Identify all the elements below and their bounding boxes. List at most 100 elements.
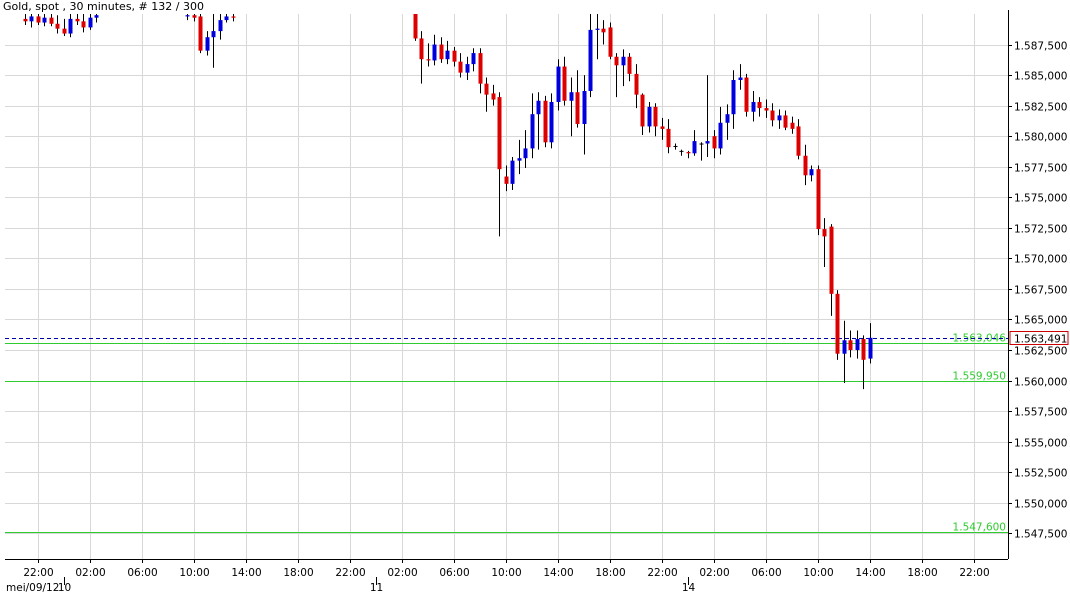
- candle-body: [439, 44, 444, 60]
- candle-body: [861, 339, 866, 360]
- y-tick-label: 1.547,500: [1014, 529, 1067, 541]
- candle-body: [718, 122, 723, 149]
- candle-body: [36, 16, 41, 23]
- candle-body: [536, 100, 541, 115]
- candle-body: [829, 226, 834, 294]
- y-tick-label: 1.550,000: [1014, 499, 1067, 511]
- candle-body: [614, 56, 619, 66]
- candle-body: [523, 148, 528, 159]
- candle-body: [783, 115, 788, 128]
- x-tick-label: 18:00: [595, 567, 625, 579]
- candle-body: [738, 77, 743, 80]
- candle-body: [49, 17, 54, 24]
- candle-body: [543, 100, 548, 143]
- candle-body: [484, 83, 489, 95]
- candle-body: [699, 143, 704, 145]
- y-tick-label: 1.575,000: [1014, 193, 1067, 205]
- candle-body: [491, 93, 496, 100]
- candle-body: [62, 28, 67, 34]
- candle-body: [835, 293, 840, 354]
- candle-body: [595, 28, 600, 30]
- candle-body: [224, 16, 229, 21]
- x-tick-label: 06:00: [127, 567, 157, 579]
- x-tick-label: 02:00: [387, 567, 417, 579]
- candle-body: [757, 101, 762, 109]
- candle-body: [497, 97, 502, 170]
- x-tick-label: 22:00: [23, 567, 53, 579]
- x-tick-label: 10:00: [803, 567, 833, 579]
- candle-body: [725, 114, 730, 123]
- candle-body: [504, 176, 509, 184]
- candle-body: [809, 169, 814, 176]
- date-label: 11: [370, 582, 383, 594]
- x-tick-label: 06:00: [751, 567, 781, 579]
- candle-body: [75, 18, 80, 22]
- candle-body: [660, 126, 665, 129]
- horizontal-level-label: 1.559,950: [953, 371, 1006, 383]
- x-tick-label: 22:00: [959, 567, 989, 579]
- y-tick-label: 1.560,000: [1014, 377, 1067, 389]
- candle-body: [432, 44, 437, 61]
- grid-lines: [5, 14, 1008, 559]
- date-label: 14: [682, 582, 696, 594]
- candle-body: [192, 15, 197, 18]
- y-tick-label: 1.557,500: [1014, 407, 1067, 419]
- candle-body: [419, 38, 424, 60]
- candle-body: [198, 16, 203, 51]
- candle-body: [81, 21, 86, 28]
- y-tick-label: 1.567,500: [1014, 285, 1067, 297]
- candle-body: [842, 340, 847, 354]
- y-tick-label: 1.580,000: [1014, 132, 1067, 144]
- candle-body: [666, 128, 671, 148]
- candle-body: [549, 101, 554, 143]
- candle-body: [777, 115, 782, 121]
- y-tick-label: 1.587,500: [1014, 41, 1067, 53]
- candle-body: [679, 150, 684, 152]
- candle-body: [211, 31, 216, 38]
- y-tick-label: 1.570,000: [1014, 254, 1067, 266]
- candle-body: [517, 158, 522, 161]
- candle-body: [634, 73, 639, 95]
- candle-body: [790, 122, 795, 129]
- candle-body: [582, 90, 587, 124]
- x-tick-label: 18:00: [907, 567, 937, 579]
- candle-body: [426, 59, 431, 61]
- candle-body: [764, 108, 769, 111]
- candle-body: [465, 64, 470, 73]
- y-tick-label: 1.577,500: [1014, 163, 1067, 175]
- y-tick-label: 1.582,500: [1014, 102, 1067, 114]
- x-tick-label: 14:00: [543, 567, 573, 579]
- candle-body: [218, 20, 223, 32]
- candle-body: [556, 66, 561, 102]
- candle-body: [588, 29, 593, 91]
- candle-body: [796, 126, 801, 156]
- candle-body: [68, 18, 73, 34]
- candle-body: [686, 152, 691, 154]
- candle-body: [770, 110, 775, 121]
- candle-body: [29, 16, 34, 22]
- candle-body: [647, 106, 652, 127]
- candle-body: [751, 101, 756, 112]
- current-price-label: 1.563,491: [1014, 334, 1067, 346]
- candle-body: [575, 92, 580, 124]
- x-tick-label: 22:00: [647, 567, 677, 579]
- candle-body: [627, 56, 632, 74]
- y-tick-label: 1.555,000: [1014, 438, 1067, 450]
- candle-body: [471, 53, 476, 65]
- horizontal-level-label: 1.547,600: [953, 522, 1006, 534]
- candle-body: [562, 66, 567, 101]
- candlestick-chart[interactable]: 1.563,0461.559,9501.547,6001.563,491 1.5…: [0, 0, 1070, 602]
- x-tick-label: 10:00: [179, 567, 209, 579]
- x-tick-label: 02:00: [75, 567, 105, 579]
- candle-body: [712, 136, 717, 149]
- candle-body: [731, 79, 736, 115]
- candle-body: [692, 141, 697, 154]
- candle-body: [653, 106, 658, 127]
- candle-body: [458, 61, 463, 73]
- candle-body: [478, 53, 483, 84]
- candle-body: [185, 15, 190, 17]
- candle-body: [868, 337, 873, 359]
- candle-body: [705, 141, 710, 144]
- candle-body: [205, 37, 210, 51]
- candle-body: [673, 145, 678, 147]
